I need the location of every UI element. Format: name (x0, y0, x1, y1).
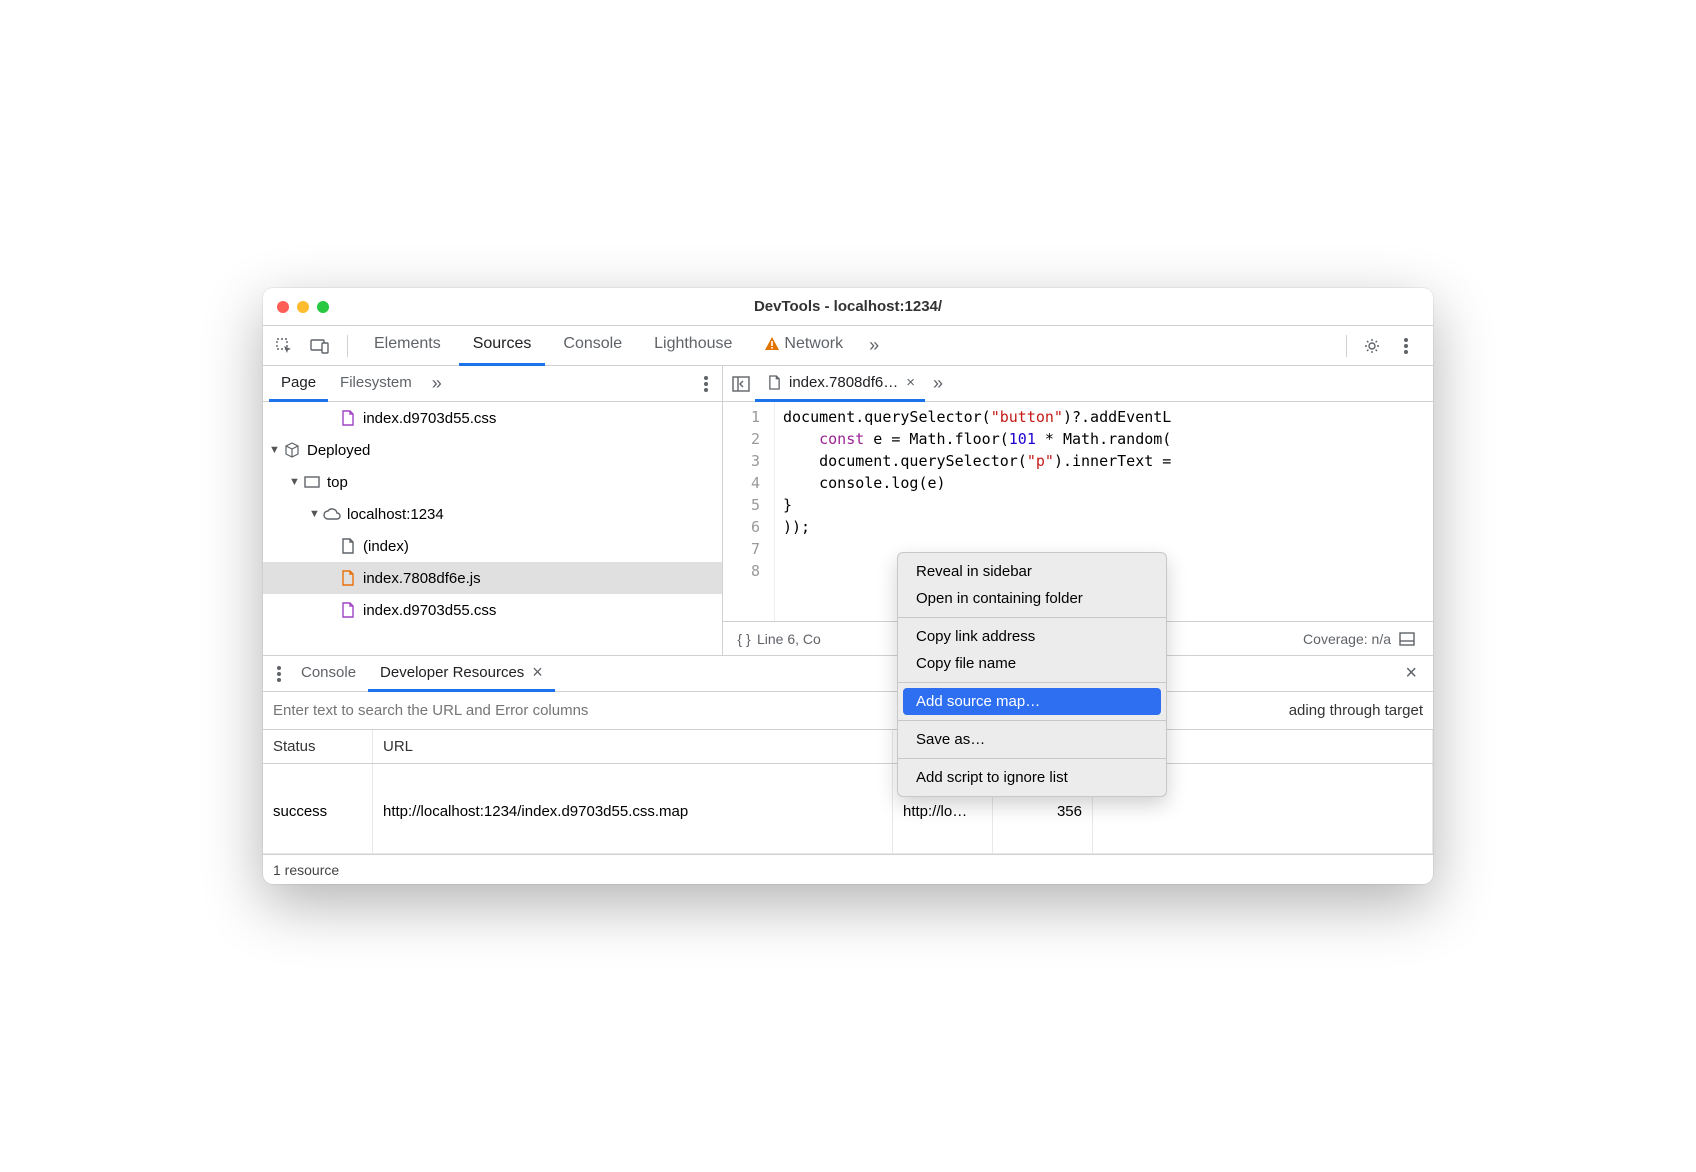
table-row[interactable]: success http://localhost:1234/index.d970… (263, 764, 1433, 854)
menu-item[interactable]: Copy link address (898, 623, 1166, 650)
more-tabs-icon[interactable]: » (861, 335, 887, 356)
tab-console[interactable]: Console (549, 326, 636, 366)
navigator-tab-page[interactable]: Page (269, 366, 328, 402)
format-icon[interactable]: { } (731, 631, 757, 647)
tree-file-js[interactable]: index.7808df6e.js (263, 562, 722, 594)
coverage-label: Coverage: n/a (1303, 631, 1391, 647)
tree-index[interactable]: (index) (263, 530, 722, 562)
frame-icon (303, 473, 321, 491)
menu-item[interactable]: Open in containing folder (898, 585, 1166, 612)
editor-more-tabs-icon[interactable]: » (925, 373, 951, 394)
tab-elements[interactable]: Elements (360, 326, 455, 366)
editor-tab[interactable]: index.7808df6… × (755, 366, 925, 402)
navigator-tab-filesystem[interactable]: Filesystem (328, 366, 424, 402)
inspect-element-icon[interactable] (269, 331, 299, 361)
tree-file-css[interactable]: index.d9703d55.css (263, 402, 722, 434)
loading-label: ading through target (1279, 702, 1433, 719)
cloud-icon (323, 505, 341, 523)
caret-icon: ▼ (289, 476, 303, 488)
titlebar: DevTools - localhost:1234/ (263, 288, 1433, 326)
menu-separator (898, 720, 1166, 721)
drawer-footer: 1 resource (263, 854, 1433, 884)
tab-lighthouse[interactable]: Lighthouse (640, 326, 746, 366)
menu-item[interactable]: Add script to ignore list (898, 764, 1166, 791)
sources-panel: Page Filesystem » index.d9703d55.css ▼ D… (263, 366, 1433, 656)
devtools-window: DevTools - localhost:1234/ Elements Sour… (263, 288, 1433, 884)
navigator-more-icon[interactable]: » (424, 373, 450, 394)
warning-icon (764, 336, 780, 352)
tab-sources[interactable]: Sources (459, 326, 546, 366)
tree-deployed[interactable]: ▼ Deployed (263, 434, 722, 466)
navigator-panel: Page Filesystem » index.d9703d55.css ▼ D… (263, 366, 723, 655)
menu-item[interactable]: Copy file name (898, 650, 1166, 677)
close-tab-icon[interactable]: × (906, 374, 915, 391)
editor-tabs: index.7808df6… × » (723, 366, 1433, 402)
line-gutter: 12345678 (723, 402, 775, 621)
file-css-icon (339, 601, 357, 619)
kebab-menu-icon[interactable] (1391, 331, 1421, 361)
menu-separator (898, 758, 1166, 759)
tree-file-css[interactable]: index.d9703d55.css (263, 594, 722, 626)
panel-toggle-icon[interactable] (1399, 632, 1425, 646)
navigator-kebab-icon[interactable] (696, 376, 716, 392)
navigator-tabs: Page Filesystem » (263, 366, 722, 402)
col-status[interactable]: Status (263, 730, 373, 763)
col-url[interactable]: URL (373, 730, 893, 763)
drawer-tab-console[interactable]: Console (289, 656, 368, 692)
close-drawer-tab-icon[interactable]: × (532, 662, 543, 683)
drawer-tab-dev-resources[interactable]: Developer Resources × (368, 656, 555, 692)
window-title: DevTools - localhost:1234/ (263, 298, 1433, 315)
file-icon (339, 537, 357, 555)
table-header: Status URL Error (263, 730, 1433, 764)
tab-network[interactable]: Network (750, 326, 857, 366)
resources-table: Status URL Error success http://localhos… (263, 730, 1433, 854)
context-menu: Reveal in sidebarOpen in containing fold… (897, 552, 1167, 797)
menu-separator (898, 617, 1166, 618)
file-tree: index.d9703d55.css ▼ Deployed ▼ top ▼ lo… (263, 402, 722, 655)
main-tabs: Elements Sources Console Lighthouse Netw… (360, 326, 887, 366)
zoom-window-button[interactable] (317, 301, 329, 313)
file-css-icon (339, 409, 357, 427)
tree-top[interactable]: ▼ top (263, 466, 722, 498)
traffic-lights (277, 301, 329, 313)
menu-item[interactable]: Reveal in sidebar (898, 558, 1166, 585)
caret-icon: ▼ (309, 508, 323, 520)
file-icon (765, 373, 783, 391)
caret-icon: ▼ (269, 444, 283, 456)
toggle-sidebar-icon[interactable] (727, 369, 755, 399)
cursor-position: Line 6, Co (757, 631, 821, 647)
menu-separator (898, 682, 1166, 683)
tree-origin[interactable]: ▼ localhost:1234 (263, 498, 722, 530)
close-drawer-icon[interactable]: × (1395, 662, 1427, 685)
settings-icon[interactable] (1357, 331, 1387, 361)
menu-item[interactable]: Add source map… (903, 688, 1161, 715)
menu-item[interactable]: Save as… (898, 726, 1166, 753)
device-toolbar-icon[interactable] (305, 331, 335, 361)
cube-icon (283, 441, 301, 459)
main-toolbar: Elements Sources Console Lighthouse Netw… (263, 326, 1433, 366)
drawer-tabs: Console Developer Resources × × (263, 656, 1433, 692)
file-js-icon (339, 569, 357, 587)
drawer-kebab-icon[interactable] (269, 666, 289, 682)
close-window-button[interactable] (277, 301, 289, 313)
search-row: ading through target (263, 692, 1433, 730)
minimize-window-button[interactable] (297, 301, 309, 313)
